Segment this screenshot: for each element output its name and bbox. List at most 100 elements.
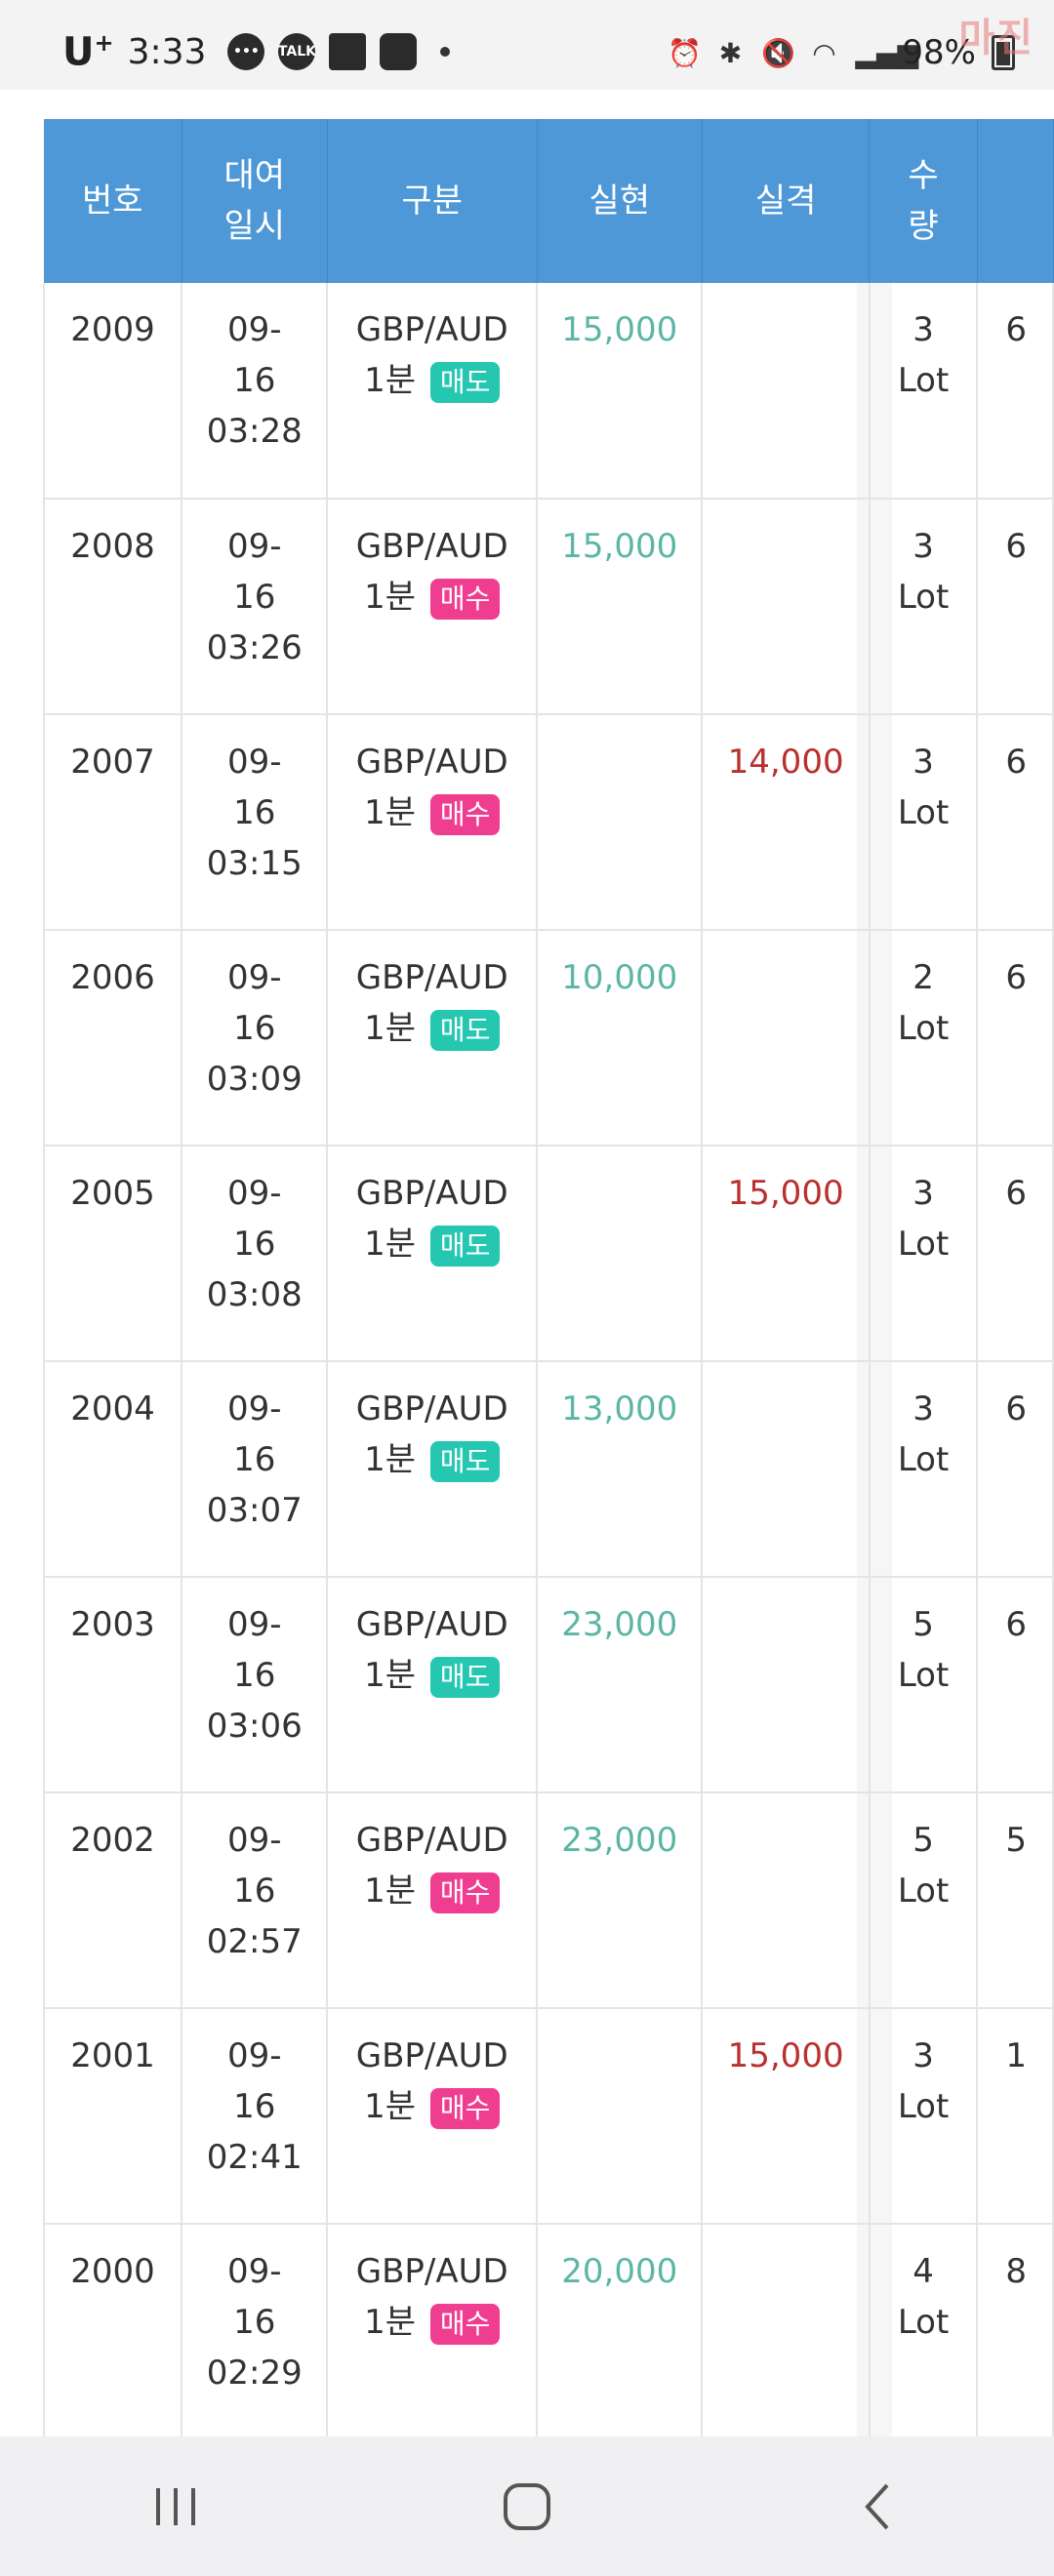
cell-number: 2002	[42, 1792, 183, 2009]
status-left: U+ 3:33 ••• TALK	[62, 29, 451, 75]
back-icon	[865, 2483, 889, 2529]
cell-number: 2005	[42, 1146, 183, 1362]
cell-loss	[702, 1577, 871, 1793]
cell-quantity: 3 Lot	[869, 714, 979, 931]
cell-rental-date: 09- 16 03:06	[182, 1577, 329, 1793]
watermark-logo: 마진	[958, 16, 1034, 60]
table-row[interactable]: 2009 09- 16 03:28 GBP/AUD 1분 매도 15,000 3 Lot 6	[42, 283, 1054, 500]
cell-extra: 6	[977, 930, 1054, 1147]
cell-realized: 20,000	[537, 2224, 704, 2436]
app-notification-icon	[329, 33, 367, 71]
cell-extra: 5	[977, 1792, 1054, 2009]
cell-loss	[702, 499, 871, 715]
moneyplus-icon	[380, 33, 418, 71]
table-row[interactable]: 2000 09- 16 02:29 GBP/AUD 1분 매수 20,000 4 Lot 8	[42, 2224, 1054, 2436]
table-row[interactable]: 2001 09- 16 02:41 GBP/AUD 1분 매수 15,000 3 Lot 1	[42, 2008, 1054, 2225]
wifi-icon: ◠	[812, 36, 836, 69]
cell-number: 2009	[42, 283, 183, 500]
cell-extra: 8	[977, 2224, 1054, 2436]
cell-loss	[702, 1361, 871, 1578]
table-row[interactable]: 2003 09- 16 03:06 GBP/AUD 1분 매도 23,000 5 Lot 6	[42, 1577, 1054, 1793]
cell-rental-date: 09- 16 03:28	[182, 283, 329, 500]
cell-loss: 14,000	[702, 714, 871, 931]
header-loss[interactable]: 실격	[702, 119, 871, 283]
home-button[interactable]	[468, 2468, 586, 2546]
cell-realized: 23,000	[537, 1577, 704, 1793]
cell-extra: 6	[977, 499, 1054, 715]
cell-realized	[537, 714, 704, 931]
side-badge: 매도	[429, 361, 501, 403]
cell-realized	[537, 2008, 704, 2225]
side-badge: 매수	[429, 578, 501, 620]
carrier-label: U+	[62, 29, 114, 75]
table-row[interactable]: 2008 09- 16 03:26 GBP/AUD 1분 매수 15,000 3 Lot 6	[42, 499, 1054, 715]
cell-type: GBP/AUD 1분 매수	[327, 1792, 539, 2009]
cell-rental-date: 09- 16 03:08	[182, 1146, 329, 1362]
signal-icon: ▂▄▆	[855, 36, 919, 69]
cell-number: 2003	[42, 1577, 183, 1793]
recent-apps-icon	[156, 2487, 195, 2525]
cell-extra: 6	[977, 1577, 1054, 1793]
alarm-icon: ⏰	[668, 36, 703, 69]
cell-extra: 1	[977, 2008, 1054, 2225]
kakaotalk-icon: TALK	[278, 33, 316, 71]
trade-history-table-wrapper[interactable]: 번호 대여 일시 구분 실현 실격 수량 2009 09- 16 03:28 GBP/AU…	[42, 119, 1054, 2436]
side-badge: 매수	[429, 2303, 501, 2345]
table-row[interactable]: 2005 09- 16 03:08 GBP/AUD 1분 매도 15,000 3 Lot 6	[42, 1146, 1054, 1362]
bluetooth-icon: ✱	[718, 36, 743, 69]
cell-extra: 6	[977, 714, 1054, 931]
cell-extra: 6	[977, 1146, 1054, 1362]
cell-rental-date: 09- 16 02:29	[182, 2224, 329, 2436]
clock: 3:33	[127, 31, 207, 72]
side-badge: 매도	[429, 1225, 501, 1267]
cell-type: GBP/AUD 1분 매도	[327, 1361, 539, 1578]
cell-quantity: 2 Lot	[869, 930, 979, 1147]
cell-quantity: 5 Lot	[869, 1577, 979, 1793]
cell-number: 2007	[42, 714, 183, 931]
side-badge: 매수	[429, 2087, 501, 2129]
cell-rental-date: 09- 16 02:57	[182, 1792, 329, 2009]
header-type[interactable]: 구분	[327, 119, 538, 283]
cell-type: GBP/AUD 1분 매수	[327, 499, 539, 715]
cell-loss: 15,000	[702, 1146, 871, 1362]
cell-realized: 13,000	[537, 1361, 704, 1578]
recent-apps-button[interactable]	[117, 2468, 234, 2546]
cell-realized: 15,000	[537, 283, 704, 500]
cell-number: 2004	[42, 1361, 183, 1578]
home-icon	[504, 2482, 550, 2530]
cell-rental-date: 09- 16 03:26	[182, 499, 329, 715]
cell-number: 2008	[42, 499, 183, 715]
header-realized[interactable]: 실현	[537, 119, 703, 283]
cell-rental-date: 09- 16 03:09	[182, 930, 329, 1147]
cell-number: 2000	[42, 2224, 183, 2436]
cell-type: GBP/AUD 1분 매도	[327, 1146, 539, 1362]
chat-bubble-icon: •••	[227, 33, 265, 71]
cell-rental-date: 09- 16 03:15	[182, 714, 329, 931]
more-notifications-dot-icon	[440, 47, 451, 58]
cell-quantity: 3 Lot	[869, 283, 979, 500]
trade-history-table: 번호 대여 일시 구분 실현 실격 수량 2009 09- 16 03:28 GBP/AU…	[42, 119, 1054, 2436]
back-button[interactable]	[820, 2468, 937, 2546]
cell-quantity: 3 Lot	[869, 2008, 979, 2225]
cell-type: GBP/AUD 1분 매수	[327, 2224, 539, 2436]
header-rental-date[interactable]: 대여 일시	[182, 119, 328, 283]
cell-extra: 6	[977, 283, 1054, 500]
cell-quantity: 3 Lot	[869, 499, 979, 715]
table-row[interactable]: 2007 09- 16 03:15 GBP/AUD 1분 매수 14,000 3 Lot 6	[42, 714, 1054, 931]
cell-rental-date: 09- 16 03:07	[182, 1361, 329, 1578]
table-row[interactable]: 2004 09- 16 03:07 GBP/AUD 1분 매도 13,000 3 Lot 6	[42, 1361, 1054, 1578]
cell-realized: 23,000	[537, 1792, 704, 2009]
table-row[interactable]: 2006 09- 16 03:09 GBP/AUD 1분 매도 10,000 2 Lot 6	[42, 930, 1054, 1147]
header-extra	[977, 119, 1054, 283]
side-badge: 매수	[429, 1872, 501, 1913]
cell-type: GBP/AUD 1분 매도	[327, 283, 539, 500]
cell-loss	[702, 2224, 871, 2436]
cell-extra: 6	[977, 1361, 1054, 1578]
mute-icon: 🔇	[761, 36, 796, 69]
main-content[interactable]: 번호 대여 일시 구분 실현 실격 수량 2009 09- 16 03:28 GBP/AU…	[0, 90, 1054, 2436]
cell-realized: 15,000	[537, 499, 704, 715]
table-row[interactable]: 2002 09- 16 02:57 GBP/AUD 1분 매수 23,000 5 Lot 5	[42, 1792, 1054, 2009]
header-quantity[interactable]: 수량	[869, 119, 978, 283]
header-number[interactable]: 번호	[44, 119, 182, 283]
cell-type: GBP/AUD 1분 매도	[327, 930, 539, 1147]
